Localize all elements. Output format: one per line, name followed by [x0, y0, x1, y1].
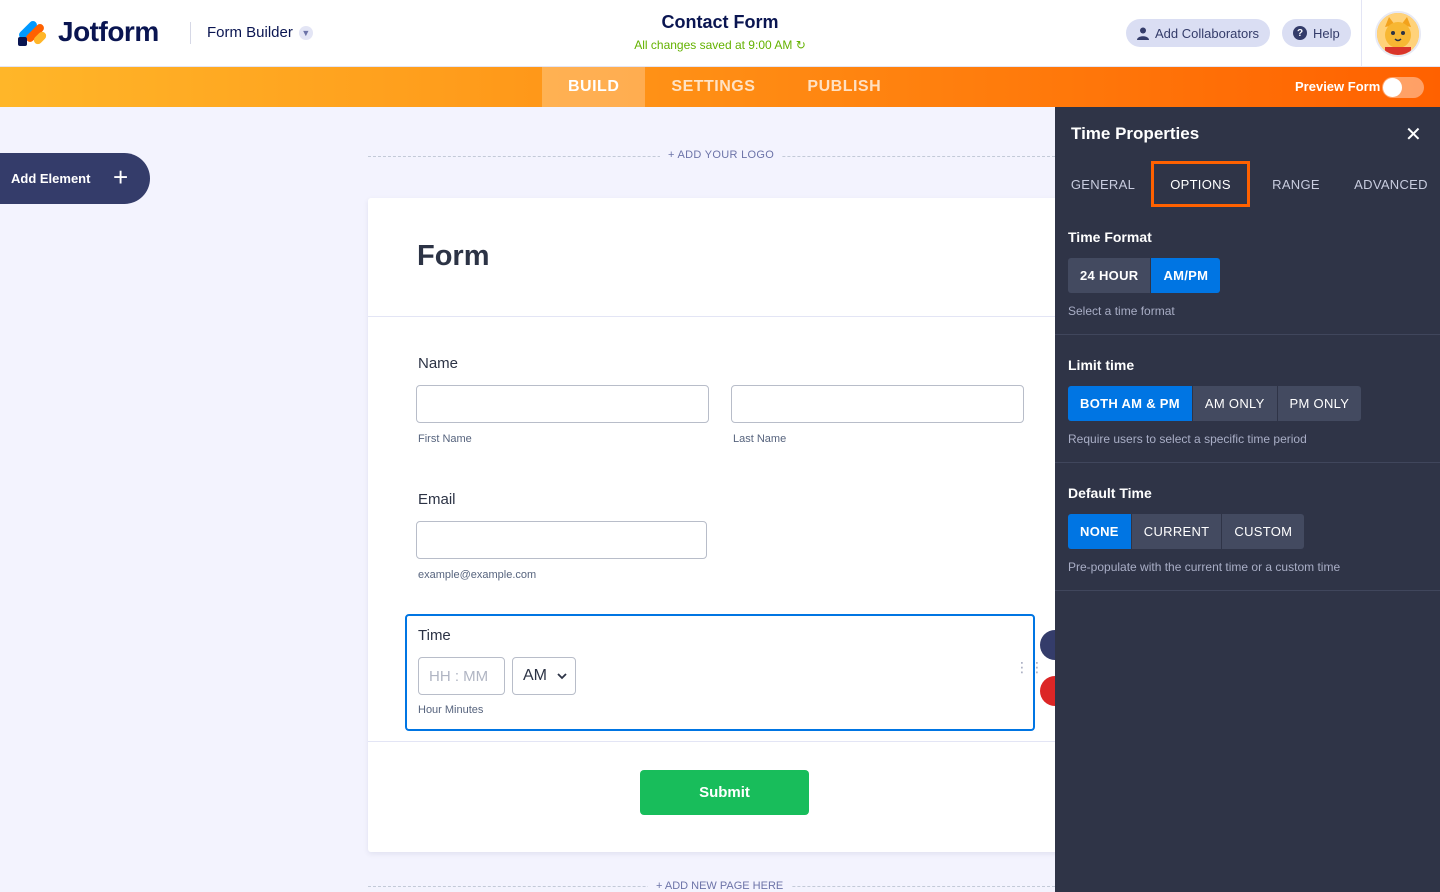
- form-title-area: Contact Form All changes saved at 9:00 A…: [560, 12, 880, 52]
- user-icon: [1137, 27, 1149, 40]
- email-input[interactable]: [416, 521, 707, 559]
- tab-general[interactable]: GENERAL: [1055, 161, 1151, 207]
- jotform-logo-icon: [17, 17, 48, 47]
- default-time-hint: Pre-populate with the current time or a …: [1068, 560, 1341, 574]
- tab-range[interactable]: RANGE: [1250, 161, 1342, 207]
- limit-time-section: Limit time BOTH AM & PM AM ONLY PM ONLY …: [1055, 335, 1440, 463]
- option-custom[interactable]: CUSTOM: [1222, 514, 1305, 549]
- first-name-sublabel: First Name: [418, 433, 472, 445]
- option-current[interactable]: CURRENT: [1131, 514, 1223, 549]
- tab-settings[interactable]: SETTINGS: [645, 67, 781, 107]
- submit-button[interactable]: Submit: [640, 770, 809, 815]
- save-status: All changes saved at 9:00 AM ↻: [560, 38, 880, 52]
- time-format-hint: Select a time format: [1068, 304, 1175, 318]
- properties-tabs: GENERAL OPTIONS RANGE ADVANCED: [1055, 161, 1440, 207]
- save-status-text: All changes saved at 9:00 AM: [634, 38, 793, 52]
- option-both-am-pm[interactable]: BOTH AM & PM: [1068, 386, 1193, 421]
- last-name-input[interactable]: [731, 385, 1024, 423]
- option-am-only[interactable]: AM ONLY: [1192, 386, 1278, 421]
- time-format-options: 24 HOUR AM/PM: [1068, 258, 1221, 293]
- time-sublabel: Hour Minutes: [418, 704, 484, 716]
- form-header[interactable]: Form: [368, 198, 1068, 317]
- limit-time-hint: Require users to select a specific time …: [1068, 432, 1307, 446]
- time-format-section: Time Format 24 HOUR AM/PM Select a time …: [1055, 207, 1440, 335]
- form-title[interactable]: Contact Form: [560, 12, 880, 33]
- default-time-section: Default Time NONE CURRENT CUSTOM Pre-pop…: [1055, 463, 1440, 591]
- form-heading: Form: [417, 240, 490, 272]
- panel-title: Time Properties: [1071, 124, 1200, 143]
- email-sublabel: example@example.com: [418, 569, 537, 581]
- refresh-icon: ↻: [795, 38, 806, 52]
- add-element-button[interactable]: Add Element +: [0, 153, 150, 204]
- close-icon[interactable]: ✕: [1405, 122, 1422, 147]
- add-new-page-link[interactable]: + ADD NEW PAGE HERE: [648, 880, 792, 892]
- email-label: Email: [418, 491, 456, 508]
- limit-time-heading: Limit time: [1068, 357, 1135, 373]
- option-am-pm[interactable]: AM/PM: [1151, 258, 1221, 293]
- preview-form-toggle[interactable]: [1382, 77, 1424, 98]
- chevron-down-icon: [557, 672, 567, 679]
- add-element-label: Add Element: [11, 171, 91, 186]
- nav-tabs: BUILD SETTINGS PUBLISH: [542, 67, 907, 107]
- question-icon: ?: [1293, 26, 1307, 40]
- header-divider-right: [1361, 0, 1362, 67]
- help-button[interactable]: ? Help: [1282, 19, 1351, 47]
- ampm-select[interactable]: AM: [512, 657, 576, 695]
- top-header: Jotform Form Builder ▼ Contact Form All …: [0, 0, 1440, 67]
- avatar[interactable]: [1375, 11, 1421, 57]
- add-logo-link[interactable]: + ADD YOUR LOGO: [660, 149, 783, 161]
- last-name-sublabel: Last Name: [733, 433, 787, 445]
- time-field-selected[interactable]: Time HH : MM AM Hour Minutes ⋮⋮: [405, 614, 1044, 731]
- name-label: Name: [418, 355, 459, 372]
- tab-build[interactable]: BUILD: [542, 67, 646, 107]
- tab-publish[interactable]: PUBLISH: [781, 67, 907, 107]
- default-time-options: NONE CURRENT CUSTOM: [1068, 514, 1305, 549]
- tab-options[interactable]: OPTIONS: [1151, 161, 1250, 207]
- form-builder-label: Form Builder: [207, 24, 293, 41]
- form-builder-menu[interactable]: Form Builder ▼: [207, 24, 313, 41]
- add-collaborators-button[interactable]: Add Collaborators: [1126, 19, 1271, 47]
- chevron-down-icon: ▼: [298, 25, 313, 40]
- time-label: Time: [418, 627, 451, 644]
- header-divider: [190, 22, 191, 44]
- option-none[interactable]: NONE: [1068, 514, 1132, 549]
- preview-form-label: Preview Form: [1295, 79, 1381, 94]
- form-divider: [368, 741, 1068, 742]
- drag-handle-icon[interactable]: ⋮⋮: [1015, 660, 1045, 674]
- time-input[interactable]: HH : MM: [418, 657, 505, 695]
- tab-advanced[interactable]: ADVANCED: [1342, 161, 1440, 207]
- limit-time-options: BOTH AM & PM AM ONLY PM ONLY: [1068, 386, 1362, 421]
- default-time-heading: Default Time: [1068, 485, 1152, 501]
- time-properties-panel: Time Properties ✕ GENERAL OPTIONS RANGE …: [1055, 107, 1440, 892]
- add-collaborators-label: Add Collaborators: [1155, 25, 1260, 41]
- option-pm-only[interactable]: PM ONLY: [1277, 386, 1362, 421]
- ampm-value: AM: [523, 667, 547, 684]
- brand-name: Jotform: [58, 16, 159, 47]
- help-label: Help: [1313, 25, 1340, 41]
- main-nav-bar: BUILD SETTINGS PUBLISH Preview Form: [0, 67, 1440, 107]
- time-format-heading: Time Format: [1068, 229, 1152, 245]
- option-24-hour[interactable]: 24 HOUR: [1068, 258, 1152, 293]
- form-card: Form Name First Name Last Name Email exa…: [368, 198, 1070, 852]
- plus-icon: +: [113, 162, 129, 192]
- avatar-cat-icon: [1377, 13, 1419, 55]
- jotform-logo[interactable]: Jotform: [17, 16, 159, 48]
- first-name-input[interactable]: [416, 385, 709, 423]
